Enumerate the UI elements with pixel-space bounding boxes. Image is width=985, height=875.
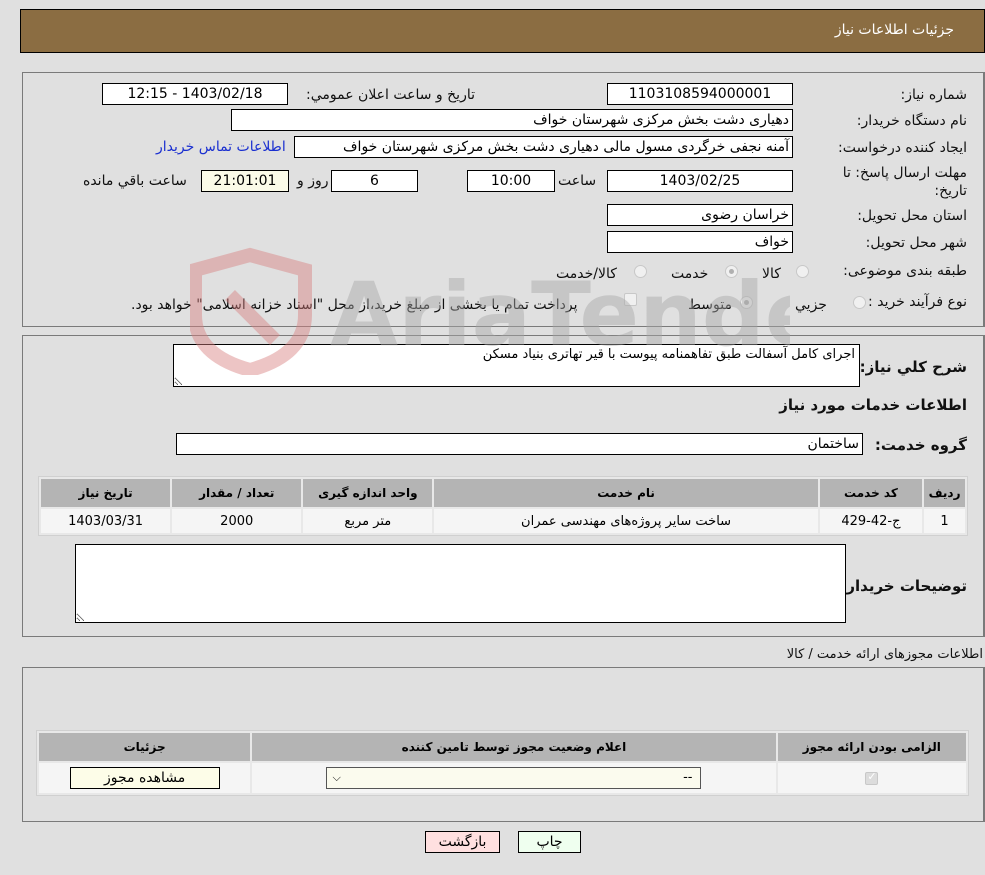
- treasury-checkbox-label: پرداخت تمام یا بخشی از مبلغ خرید،از محل …: [131, 297, 578, 313]
- col-service-name: نام خدمت: [434, 479, 818, 507]
- col-quantity: تعداد / مقدار: [172, 479, 302, 507]
- buyer-org-field: دهیاری دشت بخش مرکزی شهرستان خواف: [231, 109, 793, 131]
- permits-table: الزامی بودن ارائه مجوز اعلام وضعیت مجوز …: [36, 730, 969, 796]
- category-service-label: خدمت: [671, 266, 709, 282]
- services-table-header: ردیف کد خدمت نام خدمت واحد اندازه گیری ت…: [41, 479, 965, 507]
- remaining-time-field: 21:01:01: [201, 170, 289, 192]
- permits-section-title: اطلاعات مجوزهای ارائه خدمت / کالا: [786, 647, 983, 662]
- page-title: جزئیات اطلاعات نیاز: [834, 22, 954, 38]
- creator-label: ایجاد کننده درخواست:: [838, 140, 967, 156]
- deadline-time-field: 10:00: [467, 170, 555, 192]
- deadline-date-field: 1403/02/25: [607, 170, 793, 192]
- process-radio-minor[interactable]: [853, 296, 866, 309]
- cell-unit: متر مربع: [303, 509, 433, 533]
- page-header: جزئیات اطلاعات نیاز: [20, 9, 985, 53]
- creator-field: آمنه نجفی خرگردی مسول مالی دهیاری دشت بخ…: [294, 136, 793, 158]
- permit-status-value: --: [683, 770, 693, 785]
- treasury-checkbox[interactable]: [624, 293, 637, 306]
- table-row: ✓ -- ⌵ مشاهده مجوز: [39, 763, 966, 793]
- days-label: روز و: [297, 173, 329, 189]
- service-group-field: ساختمان: [176, 433, 863, 455]
- need-number-label: شماره نیاز:: [900, 87, 968, 103]
- process-medium-label: متوسط: [688, 297, 732, 313]
- col-row-number: ردیف: [924, 479, 965, 507]
- category-label: طبقه بندی موضوعی:: [843, 263, 967, 279]
- cell-permit-required: ✓: [777, 763, 966, 793]
- col-permit-details: جزئیات: [39, 733, 251, 761]
- permits-table-header: الزامی بودن ارائه مجوز اعلام وضعیت مجوز …: [39, 733, 966, 761]
- col-service-code: کد خدمت: [819, 479, 923, 507]
- table-row: 1 ج-42-429 ساخت سایر پروژه‌های مهندسی عم…: [41, 509, 965, 533]
- category-radio-goods-service[interactable]: [634, 265, 647, 278]
- category-goods-label: کالا: [762, 266, 781, 282]
- services-table: ردیف کد خدمت نام خدمت واحد اندازه گیری ت…: [38, 476, 968, 536]
- print-button[interactable]: چاپ: [518, 831, 581, 853]
- province-label: استان محل تحویل:: [857, 208, 967, 224]
- deadline-time-label: ساعت: [558, 173, 597, 189]
- col-unit: واحد اندازه گیری: [303, 479, 433, 507]
- col-permit-status: اعلام وضعیت مجوز توسط تامین کننده: [252, 733, 776, 761]
- city-label: شهر محل تحویل:: [865, 235, 967, 251]
- check-icon: ✓: [867, 769, 877, 783]
- services-section-title: اطلاعات خدمات مورد نیاز: [779, 396, 967, 414]
- cell-need-date: 1403/03/31: [41, 509, 171, 533]
- cell-permit-status: -- ⌵: [252, 763, 776, 793]
- cell-quantity: 2000: [172, 509, 302, 533]
- col-permit-required: الزامی بودن ارائه مجوز: [777, 733, 966, 761]
- buyer-contact-link[interactable]: اطلاعات تماس خریدار: [156, 139, 286, 155]
- category-radio-goods[interactable]: [796, 265, 809, 278]
- buyer-notes-label: توضیحات خریدار:: [840, 577, 967, 595]
- process-minor-label: جزیي: [795, 297, 827, 313]
- deadline-label-date: تاریخ:: [934, 183, 967, 199]
- city-field: خواف: [607, 231, 793, 253]
- cell-service-code: ج-42-429: [819, 509, 923, 533]
- days-remaining-field: 6: [331, 170, 418, 192]
- announce-date-label: تاریخ و ساعت اعلان عمومي:: [306, 87, 475, 103]
- back-button[interactable]: بازگشت: [425, 831, 500, 853]
- col-need-date: تاریخ نیاز: [41, 479, 171, 507]
- cell-row-number: 1: [924, 509, 965, 533]
- view-permit-button[interactable]: مشاهده مجوز: [69, 767, 220, 789]
- deadline-label: مهلت ارسال پاسخ: تا: [842, 165, 967, 181]
- description-label: شرح کلي نیاز:: [859, 358, 967, 376]
- buyer-org-label: نام دستگاه خریدار:: [856, 113, 967, 129]
- remaining-time-label: ساعت باقي مانده: [83, 173, 187, 189]
- process-radio-medium[interactable]: [740, 296, 753, 309]
- description-textarea[interactable]: اجرای کامل آسفالت طبق تفاهمنامه پیوست با…: [173, 344, 860, 387]
- need-number-field: 1103108594000001: [607, 83, 793, 105]
- category-radio-service[interactable]: [725, 265, 738, 278]
- permit-required-checkbox: ✓: [865, 769, 879, 785]
- permit-status-select[interactable]: -- ⌵: [326, 767, 702, 789]
- chevron-down-icon: ⌵: [332, 771, 341, 784]
- province-field: خراسان رضوی: [607, 204, 793, 226]
- cell-permit-details: مشاهده مجوز: [39, 763, 251, 793]
- service-group-label: گروه خدمت:: [874, 436, 967, 454]
- buyer-notes-textarea[interactable]: [75, 544, 846, 623]
- announce-date-field: 1403/02/18 - 12:15: [102, 83, 288, 105]
- category-goods-service-label: کالا/خدمت: [556, 266, 617, 282]
- process-label: نوع فرآیند خرید :: [868, 294, 967, 310]
- cell-service-name: ساخت سایر پروژه‌های مهندسی عمران: [434, 509, 818, 533]
